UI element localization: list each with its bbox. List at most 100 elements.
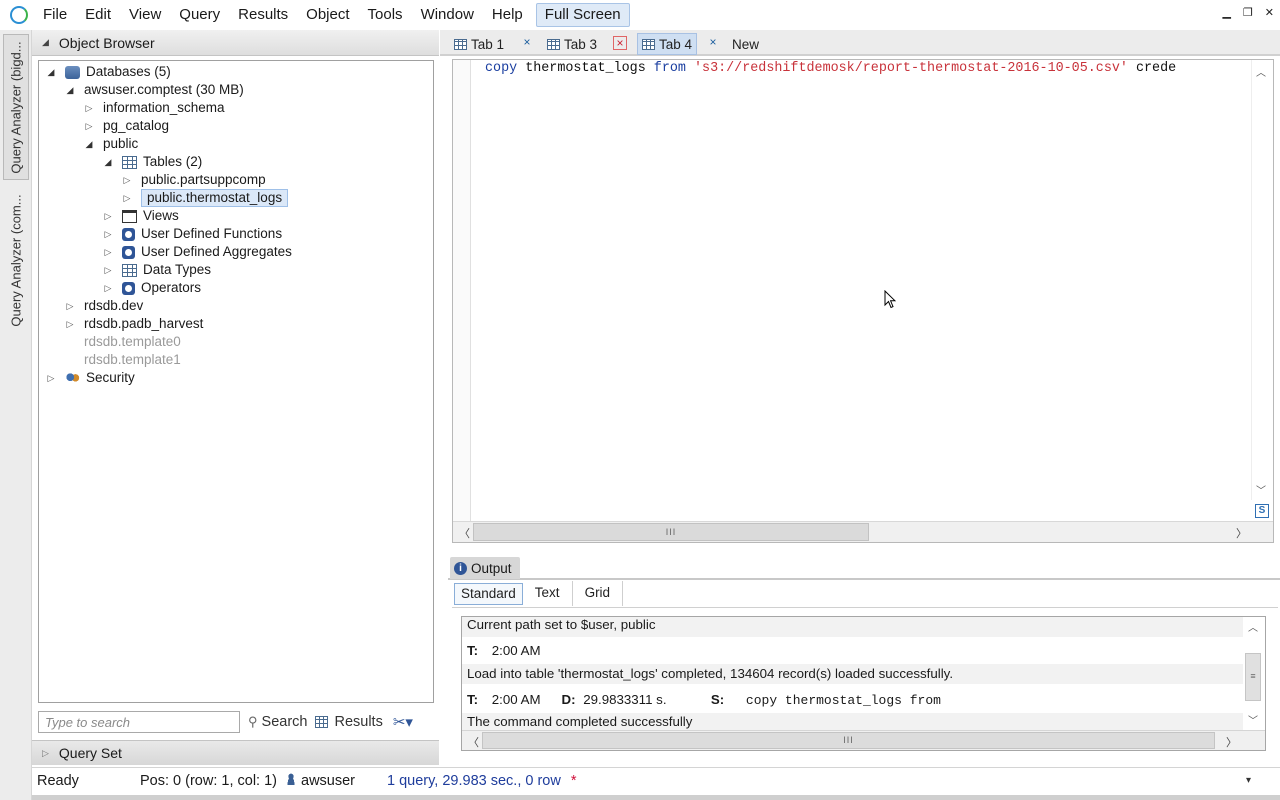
tree-node-label: awsuser.comptest (30 MB)	[84, 82, 244, 97]
table-icon	[315, 716, 329, 728]
tree-node-tables[interactable]: ◢ Tables (2)	[102, 153, 203, 171]
expand-arrow-icon[interactable]: ▷	[102, 207, 114, 225]
menu-file[interactable]: File	[34, 0, 76, 30]
expand-arrow-icon[interactable]: ▷	[102, 225, 114, 243]
scroll-thumb[interactable]: III	[473, 523, 869, 541]
tree-node-udf[interactable]: ▷ User Defined Functions	[102, 225, 283, 243]
expand-arrow-icon[interactable]: ▷	[83, 117, 95, 135]
status-position: Pos: 0 (row: 1, col: 1)	[140, 773, 277, 789]
menu-window[interactable]: Window	[412, 0, 483, 30]
expand-arrow-icon[interactable]: ▷	[121, 189, 133, 207]
search-input[interactable]	[38, 711, 240, 733]
collapse-arrow-icon[interactable]: ◢	[45, 63, 57, 81]
query-set-panel[interactable]: ▷ Query Set	[32, 740, 439, 765]
scroll-left-icon[interactable]: 〈	[459, 525, 470, 541]
scroll-up-icon[interactable]: ︿	[1248, 619, 1258, 634]
expand-arrow-icon[interactable]: ▷	[64, 315, 76, 333]
output-vertical-scrollbar[interactable]: ︿ ≡ ﹀	[1243, 617, 1265, 731]
scroll-up-icon[interactable]: ︿	[1256, 64, 1266, 79]
menu-view[interactable]: View	[120, 0, 170, 30]
results-button[interactable]: Results	[315, 714, 383, 730]
output-tab[interactable]: i Output	[450, 557, 520, 579]
menu-results[interactable]: Results	[229, 0, 297, 30]
tree-node-rdsdb-padb-harvest[interactable]: ▷ rdsdb.padb_harvest	[64, 315, 204, 333]
syntax-badge-icon[interactable]: S	[1255, 504, 1269, 518]
code-string: 's3://redshiftdemosk/report-thermostat-2…	[694, 61, 1128, 76]
side-tab-query-analyzer-1[interactable]: Query Analyzer (bigd...	[3, 34, 29, 180]
output-horizontal-scrollbar[interactable]: 〈 III 〉	[462, 730, 1265, 750]
tab-close-icon[interactable]: ×	[706, 36, 720, 50]
expand-arrow-icon[interactable]: ▷	[42, 748, 49, 759]
status-modified-mark: *	[570, 773, 577, 789]
menu-tools[interactable]: Tools	[359, 0, 412, 30]
tab-4[interactable]: Tab 4	[637, 33, 698, 55]
collapse-icon[interactable]: ◢	[42, 37, 49, 48]
tab-close-icon[interactable]: ×	[613, 36, 627, 50]
tree-node-rdsdb-template0[interactable]: rdsdb.template0	[84, 333, 181, 351]
scroll-thumb[interactable]: III	[482, 732, 1215, 749]
tree-node-security[interactable]: ▷ Security	[45, 369, 135, 387]
collapse-arrow-icon[interactable]: ◢	[102, 153, 114, 171]
restore-icon[interactable]: ❐	[1243, 6, 1253, 19]
fullscreen-button[interactable]: Full Screen	[535, 3, 630, 27]
menu-query[interactable]: Query	[170, 0, 229, 30]
time-label: T:	[467, 643, 479, 658]
menu-help[interactable]: Help	[483, 0, 532, 30]
gear-icon	[122, 227, 135, 241]
tab-close-icon[interactable]: ×	[520, 36, 534, 50]
tree-node-uda[interactable]: ▷ User Defined Aggregates	[102, 243, 292, 261]
side-tab-strip: Query Analyzer (bigd... Query Analyzer (…	[0, 30, 32, 800]
scroll-left-icon[interactable]: 〈	[468, 734, 479, 750]
tree-node-awsuser-comptest[interactable]: ◢ awsuser.comptest (30 MB)	[64, 81, 244, 99]
sql-editor[interactable]: copy thermostat_logs from 's3://redshift…	[452, 59, 1274, 543]
scroll-down-icon[interactable]: ﹀	[1256, 482, 1266, 497]
status-dropdown-icon[interactable]: ▾	[1246, 775, 1251, 786]
minimize-icon[interactable]: ▁	[1222, 6, 1230, 19]
tree-node-pg-catalog[interactable]: ▷ pg_catalog	[83, 117, 170, 135]
tab-3[interactable]: Tab 3	[547, 33, 597, 55]
tab-1[interactable]: Tab 1	[454, 33, 504, 55]
tree-node-label: rdsdb.template0	[84, 334, 181, 349]
tab-new[interactable]: New	[732, 33, 759, 55]
side-tab-query-analyzer-2[interactable]: Query Analyzer (com...	[3, 184, 29, 336]
output-line: The command completed successfully	[462, 713, 1244, 731]
scroll-right-icon[interactable]: 〉	[1236, 525, 1247, 541]
editor-vertical-scrollbar[interactable]: ︿ ﹀	[1251, 60, 1273, 500]
query-set-label: Query Set	[58, 745, 122, 761]
tree-node-thermostat-logs[interactable]: ▷ public.thermostat_logs	[121, 189, 289, 207]
scroll-down-icon[interactable]: ﹀	[1248, 712, 1258, 727]
table-icon	[122, 155, 137, 169]
tree-node-views[interactable]: ▷ Views	[102, 207, 179, 225]
subtab-grid[interactable]: Grid	[573, 581, 624, 606]
collapse-arrow-icon[interactable]: ◢	[83, 135, 95, 153]
tree-node-public[interactable]: ◢ public	[83, 135, 139, 153]
subtab-standard[interactable]: Standard	[454, 583, 523, 605]
tools-dropdown-icon[interactable]: ✂▾	[393, 713, 413, 731]
tree-node-data-types[interactable]: ▷ Data Types	[102, 261, 212, 279]
menu-edit[interactable]: Edit	[76, 0, 120, 30]
tree-node-databases[interactable]: ◢ Databases (5)	[45, 63, 171, 81]
expand-arrow-icon[interactable]: ▷	[102, 261, 114, 279]
tree-node-operators[interactable]: ▷ Operators	[102, 279, 202, 297]
editor-horizontal-scrollbar[interactable]: 〈 III 〉	[453, 521, 1273, 542]
scroll-right-icon[interactable]: 〉	[1226, 734, 1237, 750]
table-icon	[454, 38, 467, 50]
app-logo-icon	[10, 6, 28, 24]
close-icon[interactable]: ✕	[1265, 6, 1274, 19]
collapse-arrow-icon[interactable]: ◢	[64, 81, 76, 99]
expand-arrow-icon[interactable]: ▷	[64, 297, 76, 315]
tree-node-partsuppcomp[interactable]: ▷ public.partsuppcomp	[121, 171, 266, 189]
expand-arrow-icon[interactable]: ▷	[121, 171, 133, 189]
search-button[interactable]: ⚲ Search	[248, 714, 307, 730]
expand-arrow-icon[interactable]: ▷	[102, 279, 114, 297]
subtab-text[interactable]: Text	[523, 581, 573, 606]
menu-object[interactable]: Object	[297, 0, 358, 30]
expand-arrow-icon[interactable]: ▷	[45, 369, 57, 387]
tree-node-rdsdb-template1[interactable]: rdsdb.template1	[84, 351, 181, 369]
tree-node-rdsdb-dev[interactable]: ▷ rdsdb.dev	[64, 297, 144, 315]
scroll-thumb[interactable]: ≡	[1245, 653, 1261, 701]
tab-label: Tab 4	[659, 36, 693, 52]
expand-arrow-icon[interactable]: ▷	[102, 243, 114, 261]
tree-node-information-schema[interactable]: ▷ information_schema	[83, 99, 225, 117]
expand-arrow-icon[interactable]: ▷	[83, 99, 95, 117]
